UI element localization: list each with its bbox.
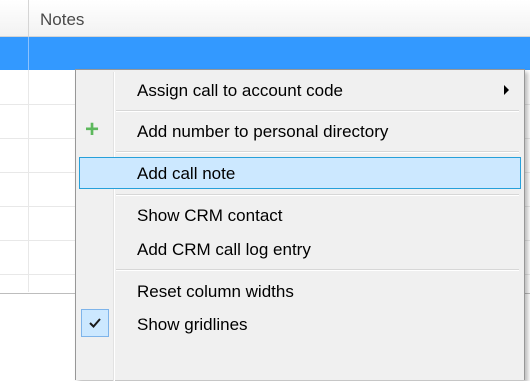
context-menu: Assign call to account code + Add number… xyxy=(75,69,525,381)
menu-item-label: Add call note xyxy=(137,164,236,183)
menu-separator xyxy=(116,194,519,196)
plus-icon: + xyxy=(85,116,100,143)
check-icon xyxy=(89,318,101,328)
checked-indicator xyxy=(81,309,109,337)
menu-item-assign-account-code[interactable]: Assign call to account code xyxy=(79,74,521,106)
selected-grid-row[interactable] xyxy=(0,37,530,70)
menu-item-show-gridlines[interactable]: Show gridlines xyxy=(79,308,521,340)
grid-header: Notes xyxy=(0,0,530,37)
menu-item-label: Reset column widths xyxy=(137,282,294,301)
grid-column-line xyxy=(28,70,29,292)
menu-item-add-crm-call-log-entry[interactable]: Add CRM call log entry xyxy=(79,233,521,265)
menu-item-label: Add CRM call log entry xyxy=(137,240,311,259)
menu-separator xyxy=(116,151,519,153)
menu-separator xyxy=(116,269,519,271)
menu-item-reset-column-widths[interactable]: Reset column widths xyxy=(79,275,521,307)
menu-item-label: Show gridlines xyxy=(137,315,248,334)
menu-item-label: Assign call to account code xyxy=(137,81,344,100)
menu-item-label: Add number to personal directory xyxy=(137,122,389,141)
menu-item-label: Show CRM contact xyxy=(137,206,283,225)
submenu-arrow-icon xyxy=(504,85,509,95)
menu-separator xyxy=(116,110,519,112)
menu-item-add-to-personal-directory[interactable]: + Add number to personal directory xyxy=(79,115,521,147)
menu-item-add-call-note[interactable]: Add call note xyxy=(79,157,521,189)
cell-separator xyxy=(28,37,29,70)
notes-column-header[interactable]: Notes xyxy=(40,10,84,30)
grid-header-left-column[interactable] xyxy=(0,0,29,36)
menu-item-show-crm-contact[interactable]: Show CRM contact xyxy=(79,199,521,231)
